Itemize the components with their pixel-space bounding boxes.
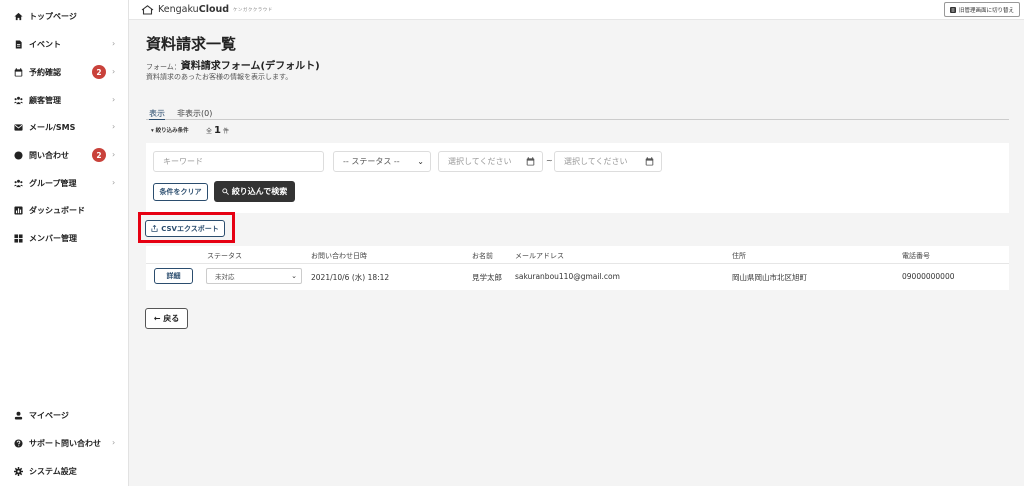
logo-subtext: ケンガククラウド bbox=[233, 7, 273, 13]
sidebar-item-reservation[interactable]: 予約確認 2 › bbox=[0, 60, 129, 84]
cell-datetime: 2021/10/6 (水) 18:12 bbox=[311, 273, 390, 282]
search-button[interactable]: 絞り込んで検索 bbox=[214, 181, 295, 202]
top-bar: KengakuCloud ケンガククラウド 旧管理画面に切り替え bbox=[129, 0, 1024, 20]
table-divider bbox=[146, 263, 1009, 264]
calendar-icon bbox=[526, 157, 535, 166]
logo[interactable]: KengakuCloud ケンガククラウド bbox=[141, 4, 273, 15]
group-icon bbox=[14, 179, 23, 188]
filter-toggle[interactable]: ▾ 絞り込み条件 bbox=[151, 126, 189, 134]
column-header-status: ステータス bbox=[207, 252, 242, 260]
sidebar-item-label: グループ管理 bbox=[29, 178, 77, 188]
document-icon bbox=[14, 39, 23, 49]
chevron-right-icon: › bbox=[112, 150, 116, 159]
sidebar-item-label: サポート問い合わせ bbox=[29, 438, 101, 448]
sidebar-item-label: ダッシュボード bbox=[29, 205, 85, 215]
users-icon bbox=[14, 96, 23, 105]
visibility-tabs: 表示 非表示(0) bbox=[146, 108, 1009, 120]
home-icon bbox=[14, 12, 23, 21]
sidebar-item-inquiry[interactable]: 問い合わせ 2 › bbox=[0, 143, 129, 167]
mail-icon bbox=[14, 123, 23, 132]
date-range-separator: ~ bbox=[546, 156, 553, 165]
date-to-input[interactable]: 選択してください bbox=[554, 151, 662, 172]
inquiry-icon bbox=[14, 150, 23, 160]
logo-text: KengakuCloud bbox=[158, 4, 230, 15]
form-prefix: フォーム： bbox=[146, 63, 181, 71]
sidebar-item-customers[interactable]: 顧客管理 › bbox=[0, 88, 129, 112]
sidebar-item-label: 予約確認 bbox=[29, 67, 61, 77]
chevron-right-icon: › bbox=[112, 39, 116, 48]
total-count: 全 1 件 bbox=[206, 125, 229, 136]
person-icon bbox=[14, 411, 23, 420]
sidebar-item-label: システム設定 bbox=[29, 466, 77, 476]
switch-icon bbox=[949, 6, 956, 13]
page-title: 資料請求一覧 bbox=[146, 35, 237, 53]
sidebar: トップページ イベント › 予約確認 2 › 顧客管理 › メール/SMS › … bbox=[0, 0, 129, 486]
tab-visible[interactable]: 表示 bbox=[149, 108, 165, 120]
inquiry-table: ステータス お問い合わせ日時 お名前 メールアドレス 住所 電話番号 詳細 未対… bbox=[146, 246, 1009, 290]
dashboard-icon bbox=[14, 205, 23, 215]
column-header-address: 住所 bbox=[732, 252, 746, 260]
chevron-down-icon: ⌄ bbox=[291, 272, 297, 280]
calendar-icon bbox=[645, 157, 654, 166]
sidebar-item-system-settings[interactable]: システム設定 bbox=[0, 459, 129, 483]
clear-filter-button[interactable]: 条件をクリア bbox=[153, 183, 208, 201]
chevron-down-icon: ⌄ bbox=[417, 157, 424, 166]
chevron-right-icon: › bbox=[112, 178, 116, 187]
column-header-name: お名前 bbox=[472, 252, 493, 260]
form-info: フォーム： 資料請求フォーム(デフォルト) bbox=[146, 57, 320, 72]
chevron-right-icon: › bbox=[112, 122, 116, 131]
switch-legacy-admin-button[interactable]: 旧管理画面に切り替え bbox=[943, 2, 1020, 17]
column-header-email: メールアドレス bbox=[515, 252, 564, 260]
column-header-phone: 電話番号 bbox=[902, 252, 930, 260]
row-status-select[interactable]: 未対応 ⌄ bbox=[206, 268, 302, 284]
sidebar-item-members[interactable]: メンバー管理 bbox=[0, 226, 129, 250]
house-logo-icon bbox=[141, 4, 154, 15]
sidebar-item-label: 顧客管理 bbox=[29, 95, 61, 105]
sidebar-item-top-page[interactable]: トップページ bbox=[0, 4, 129, 28]
cell-email: sakuranbou110@gmail.com bbox=[515, 272, 620, 281]
chevron-right-icon: › bbox=[112, 438, 116, 447]
notification-badge: 2 bbox=[92, 65, 106, 79]
detail-button[interactable]: 詳細 bbox=[154, 268, 193, 284]
sidebar-item-label: メンバー管理 bbox=[29, 233, 77, 243]
notification-badge: 2 bbox=[92, 148, 106, 162]
keyword-input[interactable]: キーワード bbox=[153, 151, 324, 172]
sidebar-item-mypage[interactable]: マイページ bbox=[0, 403, 129, 427]
column-header-datetime: お問い合わせ日時 bbox=[311, 252, 367, 260]
grid-icon bbox=[14, 233, 23, 243]
cell-address: 岡山県岡山市北区旭町 bbox=[732, 273, 807, 282]
main-content: 資料請求一覧 フォーム： 資料請求フォーム(デフォルト) 資料請求のあったお客様… bbox=[129, 20, 1024, 486]
help-icon bbox=[14, 438, 23, 448]
filter-panel: キーワード -- ステータス -- ⌄ 選択してください ~ 選択してください … bbox=[146, 143, 1009, 213]
page-description: 資料請求のあったお客様の情報を表示します。 bbox=[146, 73, 293, 81]
sidebar-item-dashboard[interactable]: ダッシュボード bbox=[0, 198, 129, 222]
sidebar-item-label: マイページ bbox=[29, 410, 69, 420]
sidebar-item-label: イベント bbox=[29, 39, 61, 49]
form-name: 資料請求フォーム(デフォルト) bbox=[180, 61, 320, 72]
sidebar-item-event[interactable]: イベント › bbox=[0, 32, 129, 56]
sidebar-item-group[interactable]: グループ管理 › bbox=[0, 171, 129, 195]
chevron-right-icon: › bbox=[112, 95, 116, 104]
gear-icon bbox=[14, 466, 23, 476]
sidebar-item-label: メール/SMS bbox=[29, 122, 76, 132]
csv-export-button[interactable]: CSVエクスポート bbox=[145, 220, 225, 237]
date-from-input[interactable]: 選択してください bbox=[438, 151, 543, 172]
sidebar-item-label: トップページ bbox=[29, 11, 77, 21]
export-icon bbox=[151, 225, 158, 232]
tab-hidden[interactable]: 非表示(0) bbox=[177, 108, 212, 120]
cell-name: 見学太郎 bbox=[472, 273, 502, 282]
switch-legacy-admin-label: 旧管理画面に切り替え bbox=[958, 7, 1014, 14]
chevron-right-icon: › bbox=[112, 67, 116, 76]
sidebar-item-mail-sms[interactable]: メール/SMS › bbox=[0, 115, 129, 139]
sidebar-item-label: 問い合わせ bbox=[29, 150, 69, 160]
search-icon bbox=[222, 188, 229, 195]
back-button[interactable]: ← 戻る bbox=[145, 308, 188, 329]
status-select[interactable]: -- ステータス -- ⌄ bbox=[333, 151, 431, 172]
cell-phone: 09000000000 bbox=[902, 272, 955, 281]
calendar-icon bbox=[14, 67, 23, 77]
sidebar-item-support[interactable]: サポート問い合わせ › bbox=[0, 431, 129, 455]
